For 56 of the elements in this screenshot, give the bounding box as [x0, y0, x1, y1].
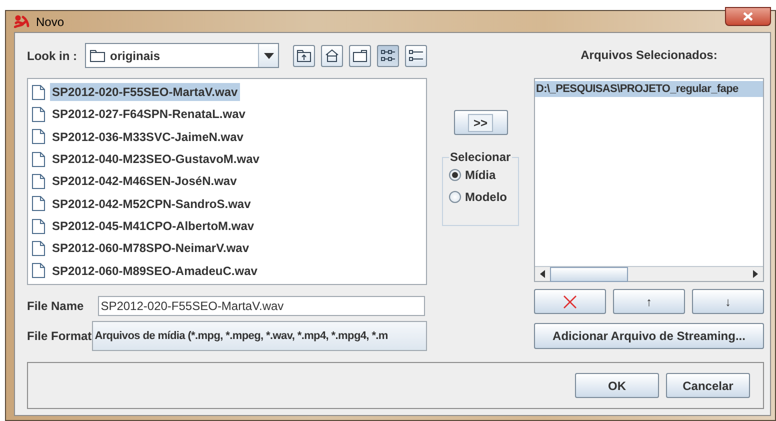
look-in-dropdown[interactable]: originais: [85, 43, 279, 68]
file-icon: [32, 174, 45, 189]
file-format-label: File Format: [27, 329, 92, 343]
file-item[interactable]: SP2012-020-F55SEO-MartaV.wav: [50, 83, 240, 102]
file-item[interactable]: SP2012-027-F64SPN-RenataL.wav: [50, 105, 248, 124]
dialog-button[interactable]: OK: [575, 373, 659, 398]
file-icon: [32, 84, 45, 100]
file-item[interactable]: SP2012-042-M46SEN-JoséN.wav: [50, 172, 239, 190]
close-button[interactable]: [725, 7, 771, 26]
file-item[interactable]: SP2012-060-M89SEO-AmadeuC.wav: [50, 262, 260, 280]
caret-icon: [264, 52, 274, 58]
app-logo-icon: [14, 15, 30, 28]
file-item[interactable]: SP2012-045-M41CPO-AlbertoM.wav: [50, 217, 256, 236]
file-item[interactable]: SP2012-060-M78SPO-NeimarV.wav: [50, 239, 252, 258]
file-icon: [32, 240, 45, 256]
close-icon: [563, 294, 577, 308]
selected-files-title: Arquivos Selecionados:: [580, 47, 718, 64]
file-item[interactable]: SP2012-042-M52CPN-SandroS.wav: [50, 194, 253, 213]
file-name-field[interactable]: SP2012-020-F55SEO-MartaV.wav: [98, 296, 425, 316]
file-icon: [32, 263, 45, 278]
list-view-icon: [381, 50, 395, 62]
dialog-button[interactable]: Cancelar: [666, 373, 750, 398]
view-toggle-button[interactable]: [377, 44, 399, 66]
move-button[interactable]: ↑: [613, 289, 685, 314]
file-icon: [32, 129, 45, 144]
folder-up-icon: [297, 50, 311, 62]
move-button[interactable]: ↓: [692, 289, 764, 314]
file-item[interactable]: SP2012-036-M33SVC-JaimeN.wav: [50, 128, 246, 146]
file-icon: [32, 196, 45, 212]
scroll-right-icon: [753, 270, 758, 278]
new-folder-button[interactable]: [349, 44, 371, 66]
folder-icon: [90, 50, 105, 62]
file-format-dropdown[interactable]: Arquivos de mídia (*.mpg, *.mpeg, *.wav, *.mp4, *.mpg4, *.m: [92, 321, 427, 351]
radio-option[interactable]: Modelo: [449, 190, 512, 204]
folder-icon: [353, 50, 367, 62]
file-icon: [32, 106, 45, 122]
look-in-label: Look in :: [27, 48, 77, 62]
file-item[interactable]: SP2012-040-M23SEO-GustavoM.wav: [50, 150, 262, 168]
details-view-icon: [409, 50, 423, 62]
close-icon: [743, 12, 753, 21]
file-name-label: File Name: [27, 299, 84, 313]
add-button[interactable]: >>: [454, 110, 508, 135]
group-title: Selecionar: [449, 150, 512, 164]
horizontal-scrollbar[interactable]: [535, 266, 763, 281]
add-streaming-button[interactable]: Adicionar Arquivo de Streaming...: [534, 323, 764, 349]
view-toggle-button[interactable]: [405, 44, 427, 66]
radio-option[interactable]: Mídia: [449, 168, 512, 182]
home-button[interactable]: [321, 44, 343, 66]
scroll-left-icon: [540, 270, 545, 278]
up-folder-button[interactable]: [293, 44, 315, 66]
selected-file-item[interactable]: D:\_PESQUISAS\PROJETO_regular_fape: [535, 81, 763, 97]
home-icon: [325, 49, 339, 62]
file-icon: [32, 152, 45, 167]
remove-button[interactable]: [534, 289, 606, 314]
window-title: Novo: [36, 14, 66, 28]
file-icon: [32, 218, 45, 234]
